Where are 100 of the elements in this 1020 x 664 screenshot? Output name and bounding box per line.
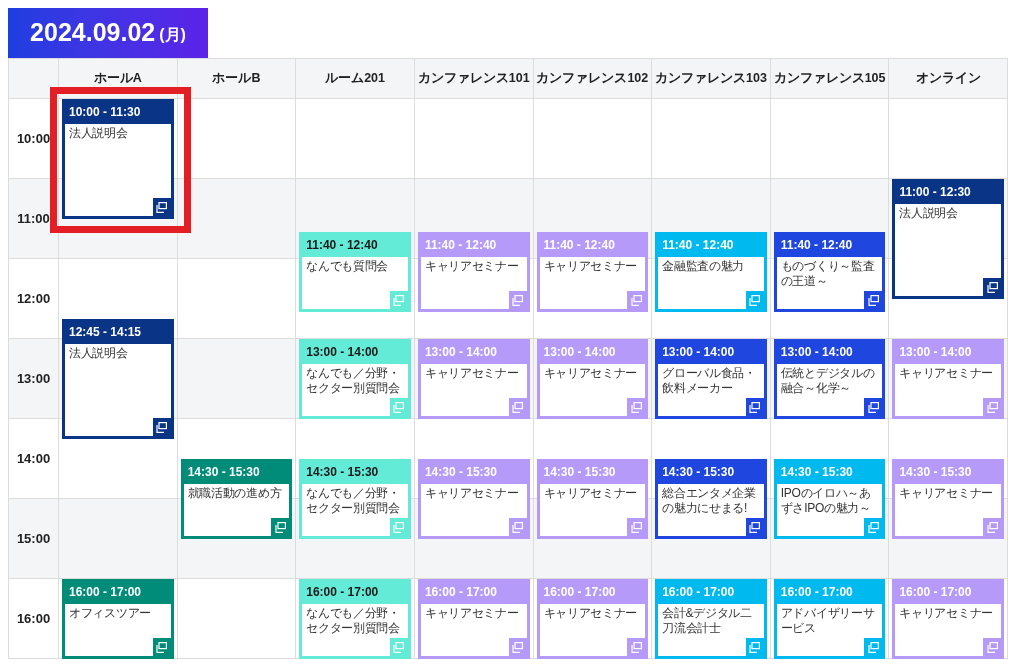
event-card[interactable]: 14:30 - 15:30 キャリアセミナー <box>536 459 649 539</box>
room-header: カンファレンス105 <box>773 70 886 88</box>
event-card[interactable]: 13:00 - 14:00 キャリアセミナー <box>417 339 530 419</box>
event-time: 12:45 - 14:15 <box>69 323 142 341</box>
event-card[interactable]: 10:00 - 11:30 法人説明会 <box>62 99 174 219</box>
room-header: オンライン <box>915 70 981 88</box>
event-time: 14:30 - 15:30 <box>424 463 497 481</box>
room-header: カンファレンス103 <box>655 70 767 88</box>
event-title: キャリアセミナー <box>543 259 639 275</box>
event-title: なんでも／分野・セクター別質問会 <box>306 606 401 636</box>
event-title: 総合エンタメ企業の魅力にせまる! <box>662 486 757 516</box>
event-title: キャリアセミナー <box>424 606 520 621</box>
event-title: キャリアセミナー <box>899 606 994 621</box>
event-card[interactable]: 11:40 - 12:40 金融監査の魅力 <box>655 232 767 313</box>
event-time: 13:00 - 14:00 <box>780 343 853 361</box>
event-time: 13:00 - 14:00 <box>424 343 497 361</box>
event-time: 13:00 - 14:00 <box>662 343 735 361</box>
open-window-icon[interactable] <box>152 198 171 216</box>
event-time: 16:00 - 17:00 <box>306 583 379 601</box>
event-title: 金融監査の魅力 <box>662 259 746 275</box>
event-time: 16:00 - 17:00 <box>780 583 853 601</box>
event-time: 11:00 - 12:30 <box>899 183 971 201</box>
event-title: 法人説明会 <box>69 126 129 141</box>
event-time: 16:00 - 17:00 <box>424 583 497 601</box>
event-time: 14:30 - 15:30 <box>899 463 972 481</box>
event-title: キャリアセミナー <box>899 366 994 381</box>
event-card[interactable]: 16:00 - 17:00 会計&デジタル二刀流会計士 <box>655 579 767 659</box>
event-card[interactable]: 11:40 - 12:40 キャリアセミナー <box>417 232 530 313</box>
event-title: キャリアセミナー <box>424 259 520 275</box>
event-card[interactable]: 11:40 - 12:40 キャリアセミナー <box>536 232 649 313</box>
event-card[interactable]: 13:00 - 14:00 伝統とデジタルの融合～化学～ <box>773 339 886 419</box>
event-card[interactable]: 11:40 - 12:40 なんでも質問会 <box>299 232 411 313</box>
event-time: 11:40 - 12:40 <box>306 236 378 254</box>
event-time: 16:00 - 17:00 <box>543 583 616 601</box>
room-header: ルーム201 <box>325 70 385 88</box>
date-text: 2024.09.02 <box>30 17 156 49</box>
open-window-icon[interactable] <box>864 291 883 310</box>
time-label: 16:00 <box>16 609 51 628</box>
time-label: 12:00 <box>16 289 51 308</box>
event-card[interactable]: 16:00 - 17:00 キャリアセミナー <box>892 579 1004 659</box>
event-time: 14:30 - 15:30 <box>780 463 853 481</box>
event-card[interactable]: 13:00 - 14:00 グローバル食品・飲料メーカー <box>655 339 767 419</box>
event-card[interactable]: 16:00 - 17:00 オフィスツアー <box>62 579 174 659</box>
event-title: グローバル食品・飲料メーカー <box>662 366 757 396</box>
event-card[interactable]: 14:30 - 15:30 キャリアセミナー <box>417 459 530 539</box>
time-label: 13:00 <box>16 369 51 388</box>
event-card[interactable]: 13:00 - 14:00 キャリアセミナー <box>892 339 1004 419</box>
room-header: ホールA <box>93 70 142 88</box>
event-title: オフィスツアー <box>69 606 152 621</box>
event-title: キャリアセミナー <box>543 486 639 501</box>
event-card[interactable]: 13:00 - 14:00 キャリアセミナー <box>536 339 649 419</box>
event-title: 法人説明会 <box>69 346 129 361</box>
event-title: アドバイザリーサービス <box>780 606 876 636</box>
event-card[interactable]: 12:45 - 14:15 法人説明会 <box>62 319 174 439</box>
event-title: 法人説明会 <box>899 206 959 221</box>
event-title: キャリアセミナー <box>424 486 520 501</box>
event-card[interactable]: 16:00 - 17:00 キャリアセミナー <box>417 579 530 659</box>
event-card[interactable]: 11:40 - 12:40 ものづくり～監査の王道～ <box>773 232 886 313</box>
event-time: 16:00 - 17:00 <box>899 583 972 601</box>
event-title: ものづくり～監査の王道～ <box>780 259 876 290</box>
open-window-icon[interactable] <box>152 418 171 436</box>
event-title: キャリアセミナー <box>899 486 994 501</box>
event-title: なんでも質問会 <box>306 259 390 275</box>
event-card[interactable]: 14:30 - 15:30 なんでも／分野・セクター別質問会 <box>299 459 411 539</box>
event-time: 13:00 - 14:00 <box>543 343 616 361</box>
event-card[interactable]: 13:00 - 14:00 なんでも／分野・セクター別質問会 <box>299 339 411 419</box>
event-time: 14:30 - 15:30 <box>543 463 616 481</box>
event-card[interactable]: 14:30 - 15:30 キャリアセミナー <box>892 459 1004 539</box>
event-title: キャリアセミナー <box>424 366 520 381</box>
event-card[interactable]: 14:30 - 15:30 総合エンタメ企業の魅力にせまる! <box>655 459 767 539</box>
event-time: 14:30 - 15:30 <box>306 463 379 481</box>
time-label: 15:00 <box>16 529 51 548</box>
event-title: 就職活動の進め方 <box>187 486 283 501</box>
event-card[interactable]: 14:30 - 15:30 IPOのイロハ～あずさIPOの魅力～ <box>773 459 886 539</box>
event-time: 11:40 - 12:40 <box>543 236 615 254</box>
time-label: 14:00 <box>16 449 51 468</box>
room-header: カンファレンス101 <box>417 70 530 88</box>
event-title: IPOのイロハ～あずさIPOの魅力～ <box>780 486 872 516</box>
event-time: 14:30 - 15:30 <box>662 463 735 481</box>
event-time: 11:40 - 12:40 <box>662 236 734 254</box>
open-window-icon[interactable] <box>864 398 883 416</box>
event-card[interactable]: 16:00 - 17:00 なんでも／分野・セクター別質問会 <box>299 579 411 659</box>
event-time: 16:00 - 17:00 <box>662 583 735 601</box>
event-card[interactable]: 11:00 - 12:30 法人説明会 <box>892 179 1004 299</box>
event-title: キャリアセミナー <box>543 366 639 381</box>
event-time: 13:00 - 14:00 <box>899 343 972 361</box>
event-title: 伝統とデジタルの融合～化学～ <box>780 366 876 396</box>
open-window-icon[interactable] <box>983 278 1001 296</box>
event-card[interactable]: 16:00 - 17:00 キャリアセミナー <box>536 579 649 659</box>
open-window-icon[interactable] <box>745 398 764 416</box>
room-header: カンファレンス102 <box>536 70 649 88</box>
weekday-text: (月) <box>159 25 186 45</box>
room-header: ホールB <box>212 70 261 88</box>
event-time: 14:30 - 15:30 <box>187 463 260 481</box>
event-card[interactable]: 16:00 - 17:00 アドバイザリーサービス <box>773 579 886 659</box>
event-title: なんでも／分野・セクター別質問会 <box>306 486 401 516</box>
open-window-icon[interactable] <box>745 518 764 536</box>
event-card[interactable]: 14:30 - 15:30 就職活動の進め方 <box>180 459 293 539</box>
event-time: 11:40 - 12:40 <box>424 236 497 254</box>
time-label: 11:00 <box>17 209 50 228</box>
